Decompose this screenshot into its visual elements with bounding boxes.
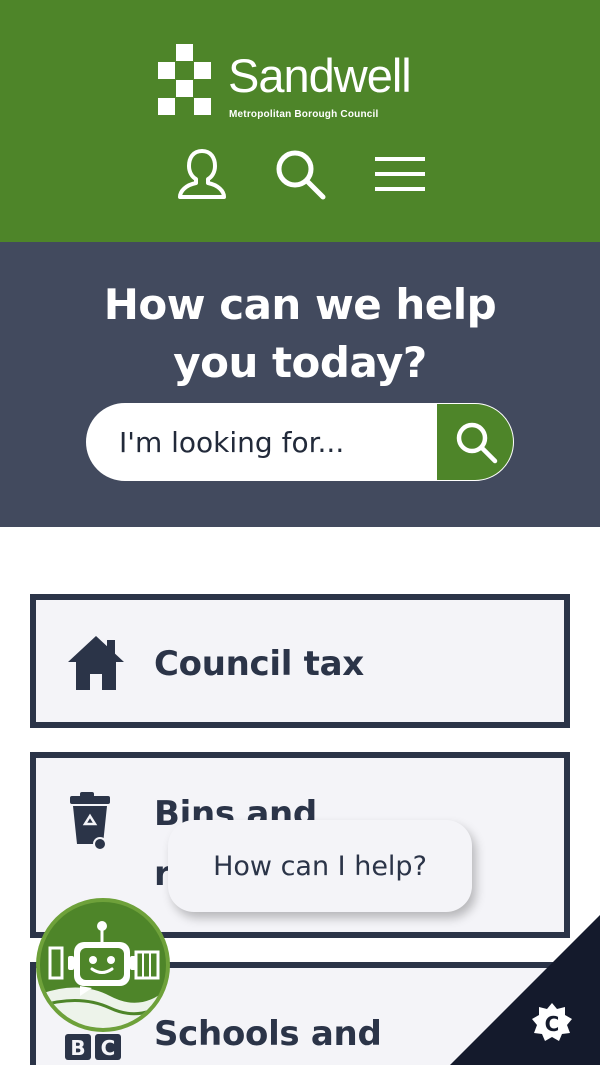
search-input[interactable]	[87, 404, 437, 480]
cookie-letter: C	[545, 1012, 560, 1036]
card-council-tax[interactable]: Council tax	[30, 594, 570, 728]
search-bar	[86, 403, 514, 481]
site-header: Sandwell Metropolitan Borough Council	[0, 0, 600, 242]
search-submit-button[interactable]	[437, 404, 513, 480]
search-icon	[276, 150, 326, 200]
card-label: Council tax	[154, 644, 364, 684]
chat-prompt-text: How can I help?	[213, 850, 427, 882]
logo-subtitle: Metropolitan Borough Council	[229, 109, 379, 120]
house-icon	[68, 636, 124, 690]
hero-title-line-1: How can we help	[103, 280, 497, 329]
robot-icon	[40, 921, 166, 1028]
site-logo[interactable]: Sandwell Metropolitan Borough Council	[158, 44, 448, 124]
hero-title: How can we help you today?	[0, 276, 600, 392]
svg-text:C: C	[101, 1036, 116, 1060]
menu-button[interactable]	[372, 146, 428, 202]
help-hero: How can we help you today?	[0, 242, 600, 527]
cookie-settings-button[interactable]: C	[450, 915, 600, 1065]
abc-blocks-icon: B C	[65, 1034, 121, 1060]
wheelie-bin-icon	[70, 792, 110, 851]
svg-text:B: B	[70, 1036, 85, 1060]
cookie-settings-icon: C	[450, 915, 600, 1065]
chatbot-launcher[interactable]	[36, 898, 170, 1032]
user-icon	[178, 149, 226, 199]
header-search-button[interactable]	[272, 146, 328, 202]
account-button[interactable]	[174, 146, 230, 202]
logo-mark-icon	[158, 44, 211, 115]
hamburger-menu-icon	[375, 157, 425, 191]
search-icon	[456, 422, 498, 464]
chat-prompt-bubble[interactable]: How can I help?	[168, 820, 472, 912]
logo-name: Sandwell	[228, 49, 412, 102]
hero-title-line-2: you today?	[173, 338, 427, 387]
card-label: Schools and	[154, 1014, 382, 1054]
